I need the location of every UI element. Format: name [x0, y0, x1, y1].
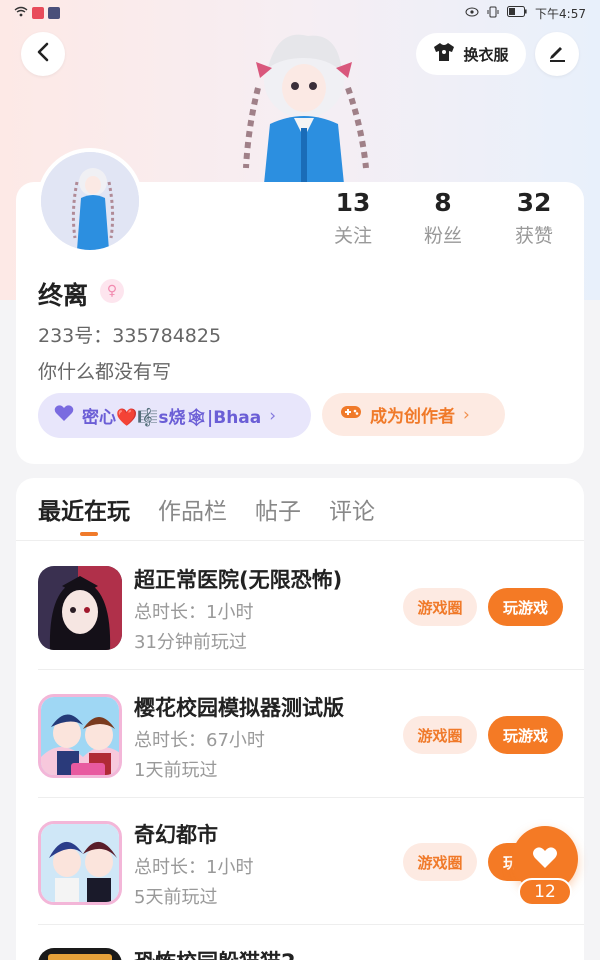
stat-likes-label: 获赞 — [514, 225, 553, 247]
stat-following-count: 13 — [335, 188, 371, 217]
notification-app-icon — [48, 7, 60, 19]
game-row[interactable]: 奇幻都市 总时长：1小时 5天前玩过 游戏圈 玩游戏 — [16, 797, 584, 925]
stat-followers-count: 8 — [434, 188, 452, 217]
status-left — [14, 6, 60, 20]
shirt-icon — [433, 42, 455, 66]
stat-likes-count: 32 — [516, 188, 552, 217]
tab-posts[interactable]: 帖子 — [255, 492, 301, 526]
vibrate-icon — [487, 6, 499, 21]
game-last-played: 5天前玩过 — [134, 887, 218, 908]
game-icon — [38, 566, 122, 650]
heart-icon — [532, 845, 558, 873]
game-circle-button[interactable]: 游戏圈 — [403, 588, 477, 626]
game-row[interactable]: 超正常医院(无限恐怖) 总时长：1小时 31分钟前玩过 游戏圈 玩游戏 — [16, 542, 584, 670]
game-title[interactable]: 樱花校园模拟器测试版 — [134, 692, 344, 722]
game-title[interactable]: 奇幻都市 — [134, 819, 218, 849]
stat-followers-label: 粉丝 — [423, 225, 462, 247]
stat-following-label: 关注 — [333, 225, 372, 247]
game-icon — [38, 694, 122, 778]
eye-icon — [465, 6, 479, 20]
tab-active-indicator — [80, 532, 98, 536]
game-icon — [38, 821, 122, 905]
game-title[interactable]: 恐怖校园躲猫猫2 — [134, 946, 296, 960]
like-count-badge: 12 — [518, 878, 572, 906]
pen-icon — [547, 42, 567, 66]
avatar-character-illustration — [228, 28, 380, 184]
game-title[interactable]: 超正常医院(无限恐怖) — [134, 564, 342, 594]
divider — [16, 540, 584, 541]
game-duration: 总时长：1小时 — [134, 602, 254, 623]
back-button[interactable] — [21, 32, 65, 76]
game-row[interactable]: 樱花校园模拟器测试版 总时长：67小时 1天前玩过 游戏圈 玩游戏 — [16, 670, 584, 798]
game-circle-button[interactable]: 游戏圈 — [403, 843, 477, 881]
tab-recently-played[interactable]: 最近在玩 — [38, 492, 130, 526]
tab-works[interactable]: 作品栏 — [158, 492, 227, 526]
status-right: 下午4:57 — [465, 5, 586, 22]
become-creator-button[interactable]: 成为创作者 › — [322, 393, 505, 436]
stat-following[interactable]: 13 关注 — [313, 188, 393, 248]
status-bar: 下午4:57 — [0, 0, 600, 26]
guild-tag-label: 密心❤️🎼s烧🕸|Bhaa — [82, 408, 262, 428]
chevron-left-icon — [36, 42, 50, 66]
game-icon — [38, 948, 122, 960]
game-circle-button[interactable]: 游戏圈 — [403, 716, 477, 754]
heart-icon — [54, 404, 74, 427]
user-name: 终离 — [38, 281, 89, 310]
game-row[interactable]: 恐怖校园躲猫猫2 — [16, 924, 584, 960]
gamepad-icon — [340, 404, 362, 425]
game-duration: 总时长：67小时 — [134, 730, 265, 751]
profile-tabs: 最近在玩 作品栏 帖子 评论 — [38, 492, 375, 526]
play-game-button[interactable]: 玩游戏 — [488, 588, 563, 626]
user-bio: 你什么都没有写 — [38, 361, 172, 383]
game-duration: 总时长：1小时 — [134, 857, 254, 878]
female-gender-icon: ♀ — [100, 279, 124, 303]
tab-comments[interactable]: 评论 — [329, 492, 375, 526]
stat-likes[interactable]: 32 获赞 — [494, 188, 574, 248]
become-creator-label: 成为创作者 — [370, 407, 455, 427]
stat-followers[interactable]: 8 粉丝 — [403, 188, 483, 248]
notification-app-icon — [32, 7, 44, 19]
play-game-button[interactable]: 玩游戏 — [488, 716, 563, 754]
game-last-played: 1天前玩过 — [134, 760, 218, 781]
chevron-right-icon: › — [269, 405, 277, 426]
battery-icon — [507, 6, 527, 20]
wifi-icon — [14, 6, 28, 20]
status-time: 下午4:57 — [535, 6, 586, 21]
change-outfit-button[interactable]: 换衣服 — [416, 33, 526, 75]
user-id: 233号：335784825 — [38, 325, 222, 347]
guild-tag-pill[interactable]: 密心❤️🎼s烧🕸|Bhaa › — [38, 393, 311, 438]
change-outfit-label: 换衣服 — [463, 45, 509, 64]
game-last-played: 31分钟前玩过 — [134, 632, 247, 653]
avatar[interactable] — [37, 148, 143, 254]
edit-profile-button[interactable] — [535, 32, 579, 76]
avatar-image — [41, 152, 139, 250]
chevron-right-icon: › — [463, 404, 470, 425]
